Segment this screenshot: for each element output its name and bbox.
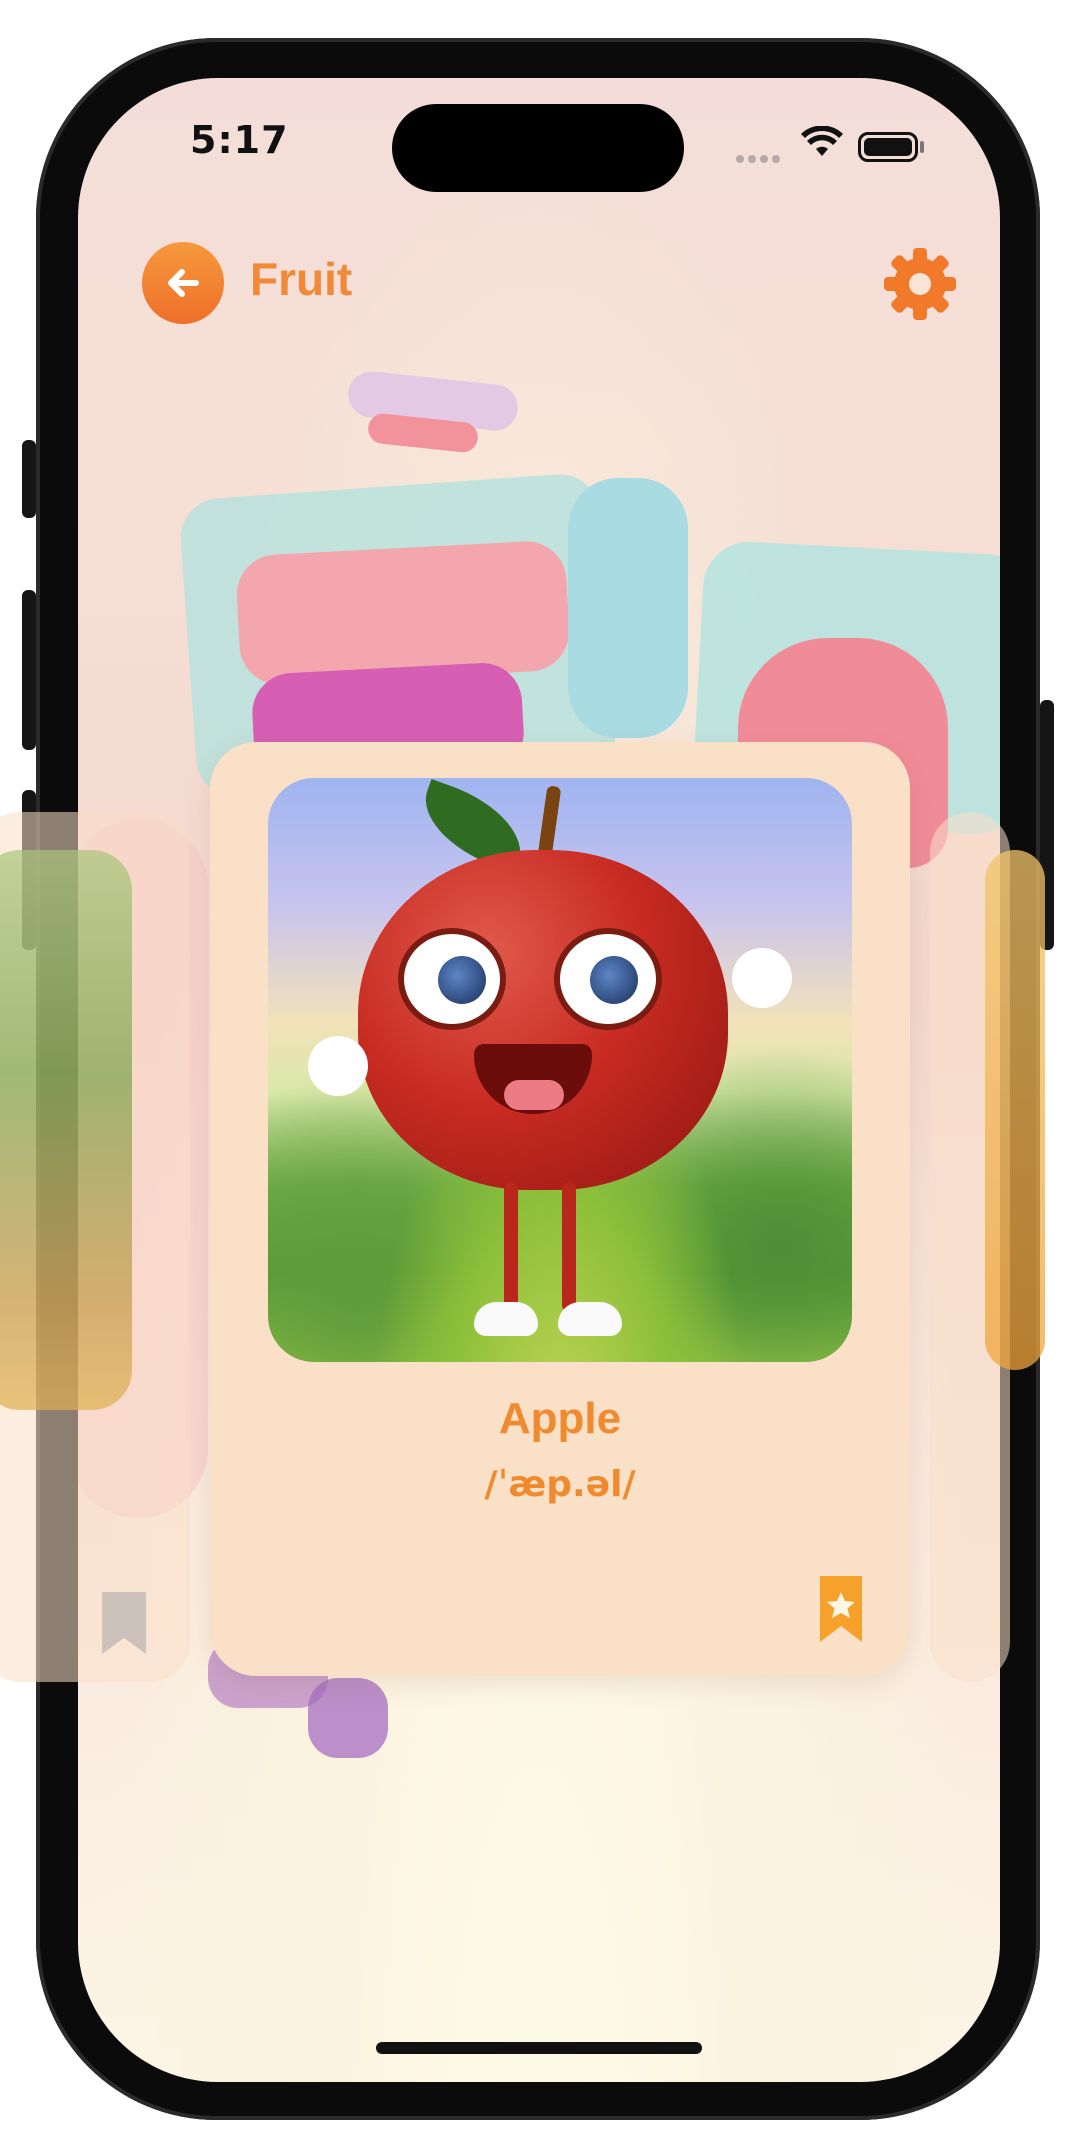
background-decoration <box>308 1678 388 1758</box>
apple-illustration <box>268 778 852 1362</box>
card-pronunciation: /ˈæp.əl/ <box>484 1464 636 1505</box>
status-time: 5:17 <box>190 118 289 162</box>
background-decoration <box>568 478 688 738</box>
volume-up-button <box>22 590 36 750</box>
previous-card-image <box>0 850 132 1410</box>
apple-leg <box>562 1182 576 1312</box>
apple-glove <box>308 1036 368 1096</box>
page-title: Fruit <box>250 253 353 305</box>
apple-shoe <box>558 1302 622 1336</box>
battery-tip <box>920 141 924 153</box>
background-decoration <box>234 539 572 687</box>
wifi-icon <box>801 126 843 156</box>
next-card-image <box>985 850 1045 1370</box>
apple-body <box>358 850 728 1190</box>
battery-icon <box>858 132 918 162</box>
gear-icon[interactable] <box>880 244 960 324</box>
apple-shoe <box>474 1302 538 1336</box>
bookmark-icon <box>102 1592 146 1654</box>
back-button[interactable] <box>142 242 224 324</box>
apple-eye <box>554 928 662 1030</box>
arrow-left-icon <box>168 269 199 297</box>
silent-switch <box>22 440 36 518</box>
home-indicator[interactable] <box>376 2042 702 2054</box>
cellular-signal-icon <box>736 148 784 167</box>
flashcard[interactable]: Apple /ˈæp.əl/ <box>210 742 910 1676</box>
card-word: Apple <box>498 1394 622 1443</box>
apple-eye <box>398 928 506 1030</box>
bookmark-star-icon[interactable] <box>818 1574 864 1644</box>
apple-leg <box>504 1182 518 1312</box>
apple-glove <box>732 948 792 1008</box>
dynamic-island <box>392 104 684 192</box>
